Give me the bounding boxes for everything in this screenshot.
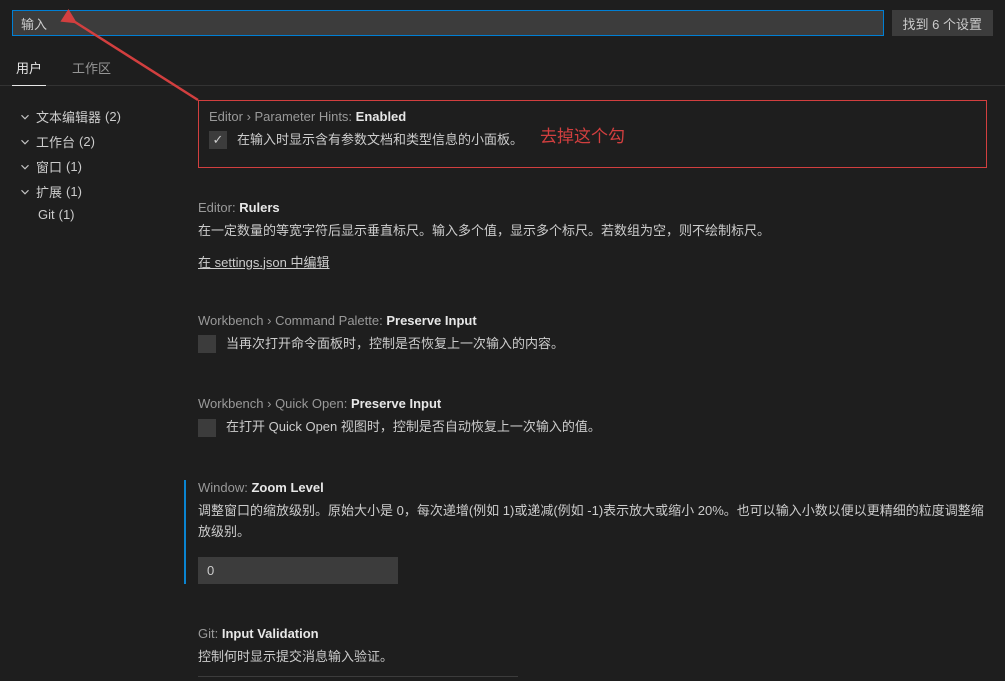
setting-prefix: Window: [198, 480, 251, 495]
setting-prefix: Workbench › Command Palette: [198, 313, 386, 328]
setting-title: Workbench › Command Palette: Preserve In… [198, 313, 987, 328]
tree-item-window[interactable]: 窗口 (1) [18, 154, 180, 179]
setting-prefix: Workbench › Quick Open: [198, 396, 351, 411]
tab-workspace[interactable]: 工作区 [68, 50, 115, 85]
tree-item-extensions[interactable]: 扩展 (1) [18, 179, 180, 204]
tree-item-workbench[interactable]: 工作台 (2) [18, 129, 180, 154]
tree-label: Git [38, 207, 55, 222]
annotation-highlight-box: Editor › Parameter Hints: Enabled 在输入时显示… [198, 100, 987, 168]
setting-name: Preserve Input [386, 313, 476, 328]
setting-prefix: Editor: [198, 200, 239, 215]
setting-description: 在输入时显示含有参数文档和类型信息的小面板。 [237, 130, 523, 151]
tab-user[interactable]: 用户 [12, 50, 46, 86]
tree-label: 文本编辑器 [36, 107, 101, 126]
setting-description: 在打开 Quick Open 视图时，控制是否自动恢复上一次输入的值。 [226, 417, 601, 438]
setting-title: Editor: Rulers [198, 200, 987, 215]
tree-item-git[interactable]: Git (1) [18, 204, 180, 225]
setting-description: 调整窗口的缩放级别。原始大小是 0，每次递增(例如 1)或递减(例如 -1)表示… [198, 501, 987, 543]
setting-title: Workbench › Quick Open: Preserve Input [198, 396, 987, 411]
setting-prefix: Git: [198, 626, 222, 641]
tree-label: 工作台 [36, 132, 75, 151]
setting-description: 控制何时显示提交消息输入验证。 [198, 647, 987, 668]
zoom-level-input[interactable] [198, 557, 398, 584]
tree-label: 窗口 [36, 157, 62, 176]
tree-count: (2) [105, 109, 121, 124]
setting-description: 在一定数量的等宽字符后显示垂直标尺。输入多个值，显示多个标尺。若数组为空，则不绘… [198, 221, 987, 242]
tree-count: (1) [66, 184, 82, 199]
setting-name: Input Validation [222, 626, 319, 641]
setting-prefix: Editor › Parameter Hints: [209, 109, 356, 124]
settings-scope-tabs: 用户 工作区 [0, 40, 1005, 86]
tree-count: (2) [79, 134, 95, 149]
chevron-down-icon [18, 185, 32, 199]
setting-title: Git: Input Validation [198, 626, 987, 641]
tree-count: (1) [59, 207, 75, 222]
setting-title: Window: Zoom Level [198, 480, 987, 495]
setting-name: Zoom Level [251, 480, 323, 495]
tree-label: 扩展 [36, 182, 62, 201]
git-input-validation-select[interactable] [198, 676, 518, 677]
tree-item-text-editor[interactable]: 文本编辑器 (2) [18, 104, 180, 129]
search-results-count: 找到 6 个设置 [892, 10, 993, 36]
chevron-down-icon [18, 135, 32, 149]
setting-name: Enabled [356, 109, 407, 124]
checkbox-parameter-hints-enabled[interactable] [209, 131, 227, 149]
setting-name: Preserve Input [351, 396, 441, 411]
edit-in-settings-json-link[interactable]: 在 settings.json 中编辑 [198, 255, 330, 270]
setting-description: 当再次打开命令面板时，控制是否恢复上一次输入的内容。 [226, 334, 564, 355]
checkbox-quick-open-preserve-input[interactable] [198, 419, 216, 437]
tree-count: (1) [66, 159, 82, 174]
settings-search-input[interactable] [12, 10, 884, 36]
settings-content: Editor › Parameter Hints: Enabled 在输入时显示… [180, 86, 1005, 677]
setting-title: Editor › Parameter Hints: Enabled [209, 109, 976, 124]
setting-name: Rulers [239, 200, 279, 215]
checkbox-command-palette-preserve-input[interactable] [198, 335, 216, 353]
chevron-down-icon [18, 160, 32, 174]
settings-search-bar: 找到 6 个设置 [0, 0, 1005, 40]
chevron-down-icon [18, 110, 32, 124]
settings-tree: 文本编辑器 (2) 工作台 (2) 窗口 (1) 扩展 (1) Git (1) [0, 86, 180, 677]
